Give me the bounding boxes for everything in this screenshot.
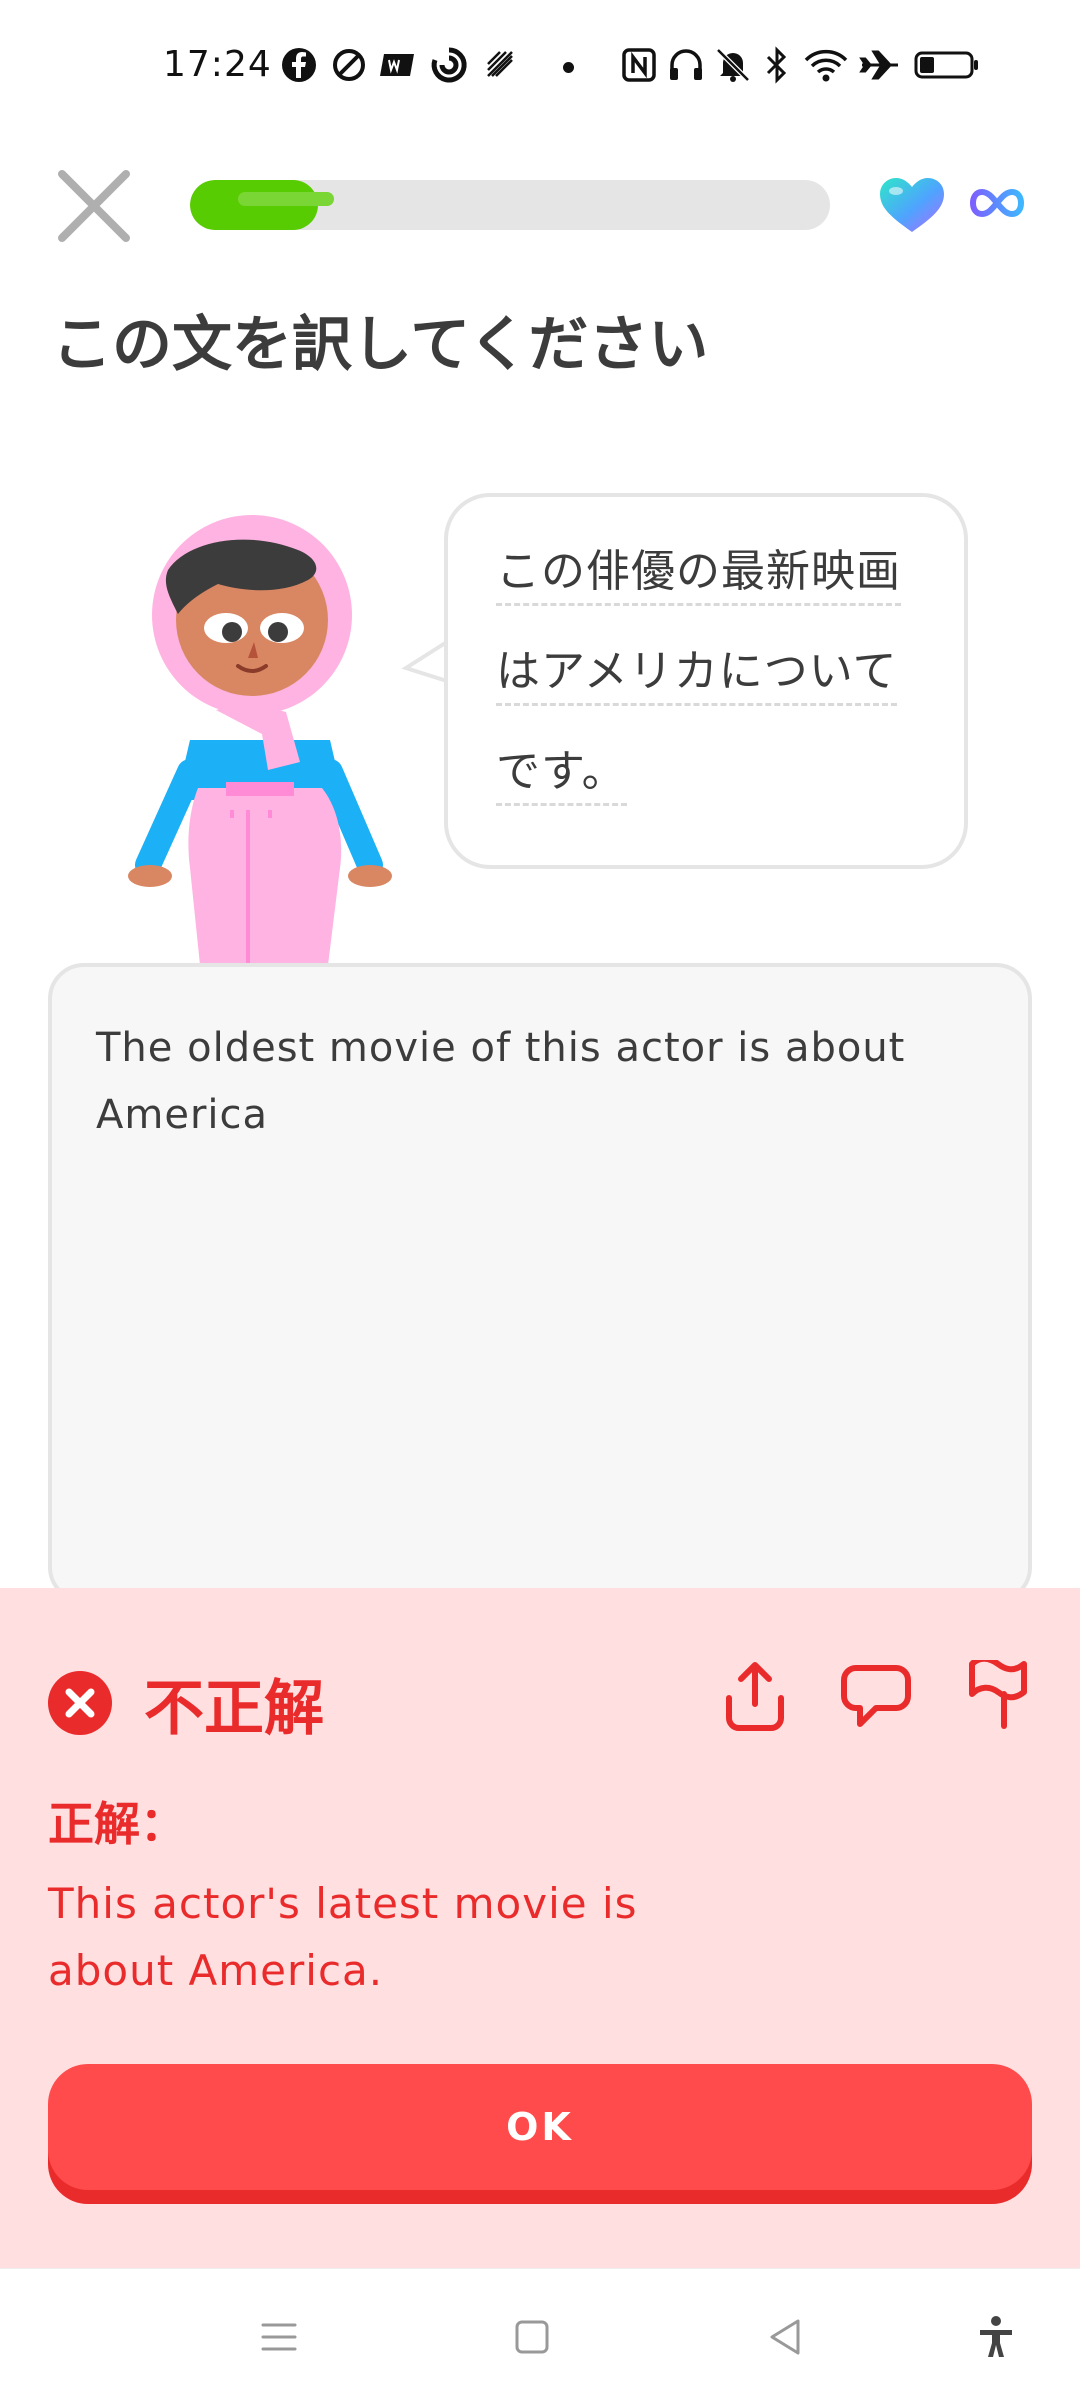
incorrect-icon bbox=[48, 1671, 112, 1735]
wifi-icon bbox=[804, 49, 848, 82]
accessibility-icon[interactable] bbox=[972, 2313, 1020, 2361]
airplane-icon bbox=[859, 50, 898, 80]
feedback-heading: 不正解 bbox=[144, 1674, 324, 1744]
bluetooth-icon bbox=[766, 46, 787, 84]
page-title: この文を訳してください bbox=[52, 310, 709, 380]
headphones-icon bbox=[670, 49, 702, 80]
mute-icon bbox=[716, 48, 750, 82]
progress-bar bbox=[190, 180, 830, 230]
app-icon bbox=[487, 51, 513, 77]
progress-shine bbox=[238, 192, 334, 206]
ok-button[interactable]: OK bbox=[48, 2064, 1032, 2204]
correct-answer-label: 正解： bbox=[48, 1797, 186, 1851]
flag-icon[interactable] bbox=[964, 1660, 1030, 1730]
feedback-panel: 不正解 正解： This actor's latest movie is abo… bbox=[0, 1588, 1080, 2268]
heart-icon[interactable] bbox=[878, 176, 946, 234]
correct-answer-text: This actor's latest movie is about Ameri… bbox=[48, 1879, 638, 1995]
speech-bubble: この俳優の最新映画 はアメリカについて です。 bbox=[444, 493, 968, 869]
prompt-line[interactable]: はアメリカについて bbox=[496, 635, 898, 706]
app-icon bbox=[333, 49, 365, 81]
news-icon bbox=[380, 54, 414, 76]
ok-button-label: OK bbox=[48, 2064, 1032, 2190]
facebook-icon bbox=[282, 48, 316, 82]
infinity-icon bbox=[970, 188, 1024, 218]
prompt-line[interactable]: この俳優の最新映画 bbox=[496, 535, 901, 606]
share-icon[interactable] bbox=[724, 1660, 786, 1732]
more-dot-icon bbox=[563, 62, 574, 73]
comment-icon[interactable] bbox=[840, 1664, 912, 1730]
battery-icon bbox=[914, 51, 978, 79]
nfc-icon bbox=[622, 48, 656, 82]
character-illustration bbox=[128, 515, 392, 965]
status-bar: 17:24 bbox=[0, 0, 1080, 140]
back-icon[interactable] bbox=[762, 2313, 810, 2361]
menu-icon[interactable] bbox=[255, 2313, 303, 2361]
close-button[interactable] bbox=[52, 164, 136, 248]
answer-textarea[interactable]: The oldest movie of this actor is about … bbox=[48, 963, 1032, 1603]
sync-icon bbox=[431, 47, 467, 83]
status-time: 17:24 bbox=[163, 44, 272, 85]
navigation-bar bbox=[0, 2268, 1080, 2401]
answer-text: The oldest movie of this actor is about … bbox=[96, 1025, 906, 1138]
prompt-line[interactable]: です。 bbox=[496, 735, 627, 806]
home-icon[interactable] bbox=[508, 2313, 556, 2361]
